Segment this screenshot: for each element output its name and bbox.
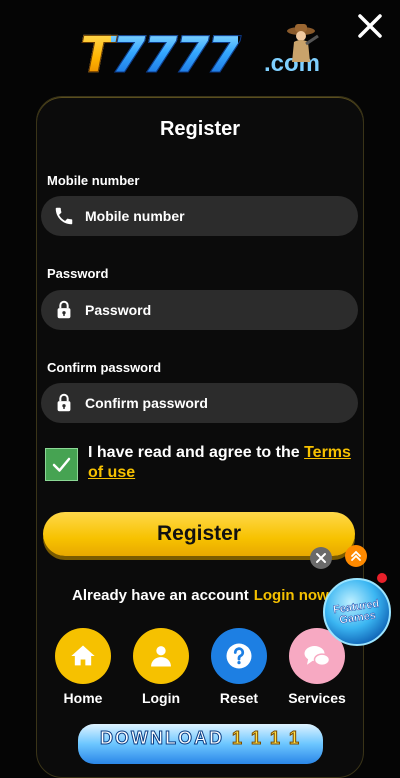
home-icon [71,645,95,666]
reset-button[interactable] [211,628,267,684]
double-chevron-up-icon [351,550,361,561]
nav-reset[interactable]: Reset [204,628,274,706]
lock-icon [57,300,71,319]
notification-dot [377,573,387,583]
user-icon [151,646,171,667]
close-button[interactable] [356,12,384,40]
register-button[interactable]: Register [43,512,355,556]
featured-games-text: Featured Games [325,598,389,629]
mobile-label: Mobile number [47,173,140,188]
scroll-up-button[interactable] [345,545,367,567]
agree-checkbox[interactable] [45,448,78,481]
logo-text: T7777 [79,26,241,85]
nav-login-label: Login [141,690,181,706]
phone-icon [55,207,73,225]
mobile-field[interactable] [41,196,358,236]
confirm-password-label: Confirm password [47,360,162,375]
login-button[interactable] [133,628,189,684]
mobile-input[interactable] [83,207,317,225]
featured-games-button[interactable]: Featured Games [323,578,391,646]
confirm-password-field[interactable] [41,383,358,423]
question-icon [226,643,252,669]
agree-label: I have read and agree to the [88,444,305,461]
login-prompt: Already have an account Login now [72,587,329,604]
password-input[interactable] [83,301,317,319]
page-title: Register [159,118,241,140]
download-banner[interactable]: DOWNLOAD 1 1 1 1 [78,724,323,764]
password-field[interactable] [41,290,358,330]
download-label: DOWNLOAD [99,728,224,749]
chat-bubbles-icon [304,646,331,667]
brand-logo: T7777 .com [79,24,330,85]
agree-text: I have read and agree to the Terms of us… [88,443,360,483]
close-icon [316,553,326,563]
login-now-link[interactable]: Login now [254,587,329,604]
nav-login[interactable]: Login [126,628,196,706]
nav-home-label: Home [63,690,103,706]
close-icon [358,14,382,38]
nav-services-label: Services [288,690,346,706]
cowboy-mascot-icon [287,24,319,62]
featured-close-button[interactable] [310,547,332,569]
home-button[interactable] [55,628,111,684]
confirm-password-input[interactable] [83,394,317,412]
password-label: Password [47,266,109,281]
lock-icon [57,393,71,412]
nav-reset-label: Reset [219,690,259,706]
nav-home[interactable]: Home [48,628,118,706]
download-number: 1 1 1 1 [231,728,302,749]
login-prompt-text: Already have an account [72,587,249,604]
checkmark-icon [52,457,71,472]
